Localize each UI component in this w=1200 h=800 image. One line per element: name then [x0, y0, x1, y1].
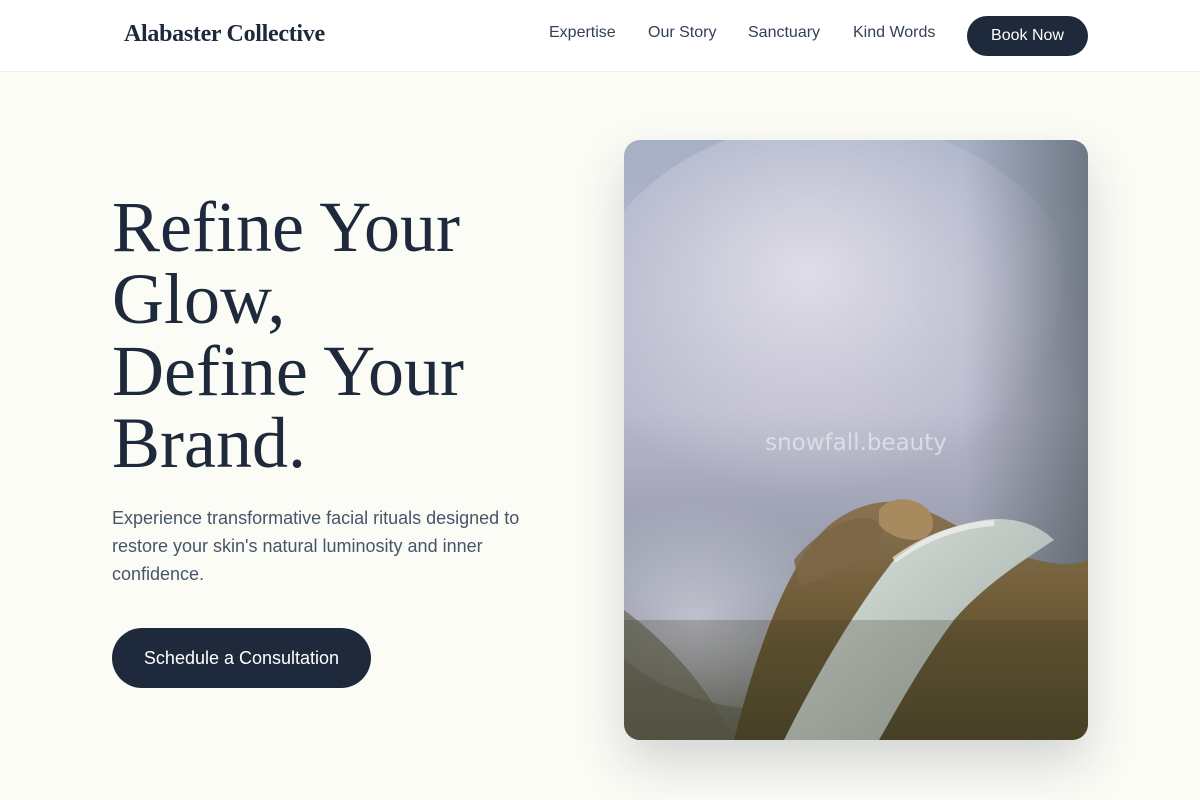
brand-logo[interactable]: Alabaster Collective	[124, 21, 325, 48]
nav-link-sanctuary[interactable]: Sanctuary	[748, 24, 820, 42]
hero-title-line: Glow,	[112, 259, 286, 339]
hero-title-line: Refine Your	[112, 187, 461, 267]
nav-link-kind-words[interactable]: Kind Words	[853, 24, 935, 42]
hero-title-line: Define Your	[112, 331, 464, 411]
hero-image: snowfall.beauty	[624, 140, 1088, 740]
nav-link-expertise[interactable]: Expertise	[549, 24, 616, 42]
hero-title-line: Brand.	[112, 403, 306, 483]
hero-title: Refine Your Glow, Define Your Brand.	[112, 191, 592, 479]
site-header: Alabaster Collective Expertise Our Story…	[0, 0, 1200, 72]
image-watermark: snowfall.beauty	[765, 430, 947, 456]
nav-link-our-story[interactable]: Our Story	[648, 24, 716, 42]
hero-description: Experience transformative facial rituals…	[112, 508, 520, 584]
schedule-consultation-button[interactable]: Schedule a Consultation	[112, 628, 371, 688]
book-now-button[interactable]: Book Now	[967, 16, 1088, 56]
